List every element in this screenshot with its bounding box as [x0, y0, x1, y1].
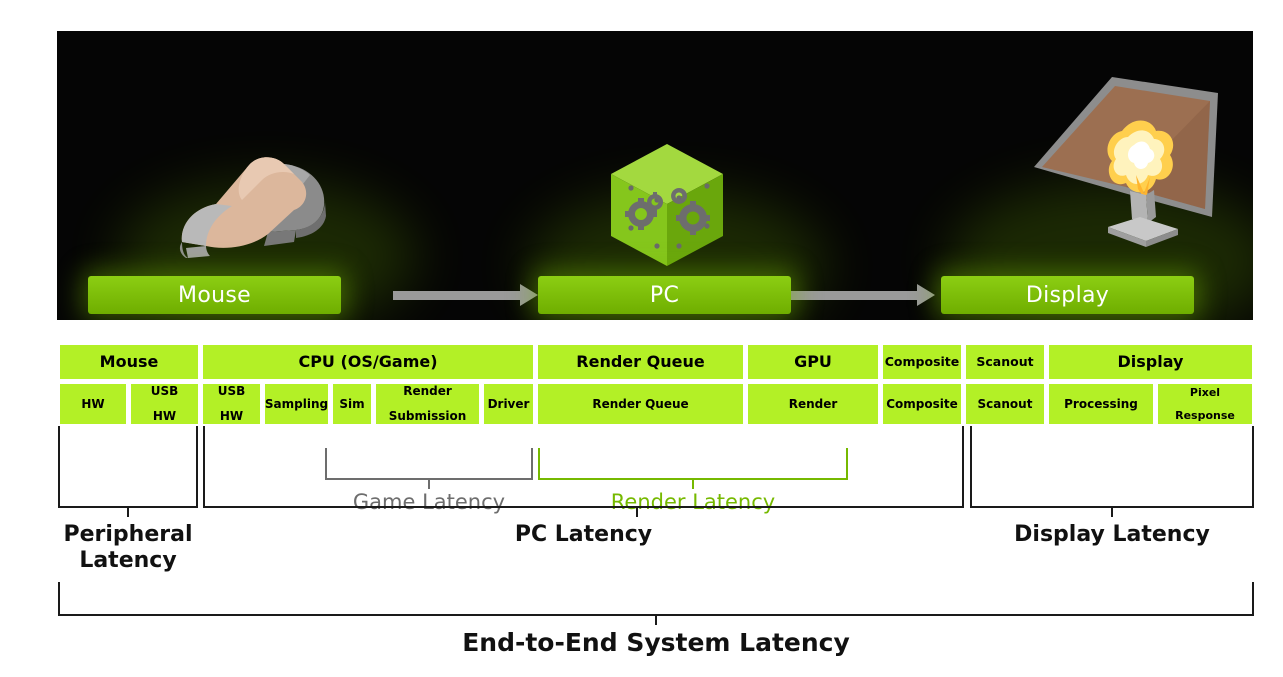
- pipeline-block-composite[interactable]: Composite: [883, 384, 961, 424]
- stage-label-display-text: Display: [1025, 282, 1110, 308]
- label-peripheral-latency-line: Latency: [79, 547, 177, 573]
- pipeline-block-gpu[interactable]: GPU: [748, 345, 878, 379]
- arrow-pc-to-display: [790, 284, 935, 306]
- pipeline-block-label: Render: [403, 384, 452, 399]
- pipeline-block-label: Render: [788, 396, 838, 411]
- stage-label-display[interactable]: Display: [941, 276, 1194, 314]
- pipeline-block-label: CPU (OS/Game): [298, 351, 438, 371]
- stage-label-mouse-text: Mouse: [178, 282, 251, 308]
- pipeline-block-driver[interactable]: Driver: [484, 384, 533, 424]
- pipeline-block-label: Sim: [339, 396, 365, 411]
- illustration-panel: Mouse PC Display: [57, 31, 1253, 320]
- pipeline-block-label: Composite: [884, 354, 960, 370]
- arrow-mouse-to-pc: [393, 284, 538, 306]
- pipeline-block-label: Scanout: [977, 396, 1033, 411]
- pipeline-block-scanout[interactable]: Scanout: [966, 345, 1044, 379]
- label-display-latency: Display Latency: [1014, 522, 1210, 547]
- pipeline-block-label: GPU: [794, 351, 832, 371]
- pipeline-block-label: Response: [1175, 408, 1235, 422]
- pipeline-block-label: Scanout: [976, 354, 1034, 370]
- pipeline-block-label: Pixel: [1189, 385, 1221, 399]
- latency-pipeline: Mouse CPU (OS/Game) Render Queue GPU Composi…: [57, 345, 1255, 424]
- pipeline-block-usb-hw[interactable]: USB HW: [203, 384, 260, 424]
- latency-brackets: Game Latency Render Latency Peripheral La…: [57, 426, 1255, 676]
- pipeline-block-label: Render Queue: [592, 396, 689, 411]
- bracket-peripheral-latency: [58, 426, 198, 517]
- pipeline-block-sampling[interactable]: Sampling: [265, 384, 328, 424]
- pipeline-block-render-queue[interactable]: Render Queue: [538, 384, 743, 424]
- bracket-pc-latency: [203, 426, 964, 517]
- hand-on-mouse-icon: [179, 157, 326, 258]
- pipeline-block-cpu-os-game[interactable]: CPU (OS/Game): [203, 345, 533, 379]
- pipeline-block-mouse[interactable]: Mouse: [60, 345, 198, 379]
- label-pc-latency: PC Latency: [514, 522, 653, 547]
- pipeline-block-label: Processing: [1064, 396, 1138, 411]
- pipeline-block-label: HW: [152, 409, 177, 424]
- pipeline-block-hw[interactable]: HW: [60, 384, 126, 424]
- label-end-to-end-latency: End-to-End System Latency: [462, 628, 850, 657]
- green-cube-gears-icon: [611, 144, 723, 266]
- pipeline-block-pixel-response[interactable]: Pixel Response: [1158, 384, 1252, 424]
- label-peripheral-latency: Peripheral Latency: [58, 522, 198, 574]
- pipeline-block-scanout[interactable]: Scanout: [966, 384, 1044, 424]
- pipeline-block-render[interactable]: Render: [748, 384, 878, 424]
- pipeline-block-label: USB: [150, 384, 179, 399]
- bracket-display-latency: [970, 426, 1254, 517]
- stage-label-pc-text: PC: [649, 282, 680, 308]
- bracket-end-to-end-latency: [58, 582, 1254, 625]
- pipeline-block-processing[interactable]: Processing: [1049, 384, 1153, 424]
- pipeline-block-label: Display: [1117, 351, 1184, 371]
- stage-label-mouse[interactable]: Mouse: [88, 276, 341, 314]
- pipeline-block-label: Submission: [388, 409, 467, 424]
- monitor-explosion-icon: [1034, 77, 1218, 247]
- stage-label-pc[interactable]: PC: [538, 276, 791, 314]
- pipeline-block-label: Driver: [487, 396, 530, 411]
- pipeline-block-display[interactable]: Display: [1049, 345, 1252, 379]
- pipeline-block-label: Composite: [886, 396, 958, 411]
- pipeline-block-label: Mouse: [99, 351, 159, 371]
- pipeline-block-render-submission[interactable]: Render Submission: [376, 384, 479, 424]
- pipeline-row-components: Mouse CPU (OS/Game) Render Queue GPU Composi…: [57, 345, 1255, 379]
- pipeline-block-composite[interactable]: Composite: [883, 345, 961, 379]
- pipeline-block-render-queue[interactable]: Render Queue: [538, 345, 743, 379]
- pipeline-block-label: USB: [217, 384, 246, 399]
- pipeline-block-label: Render Queue: [576, 351, 705, 371]
- pipeline-row-stages: HW USB HW USB HW Sampling Sim Render Submission D…: [57, 384, 1255, 424]
- pipeline-block-label: Sampling: [264, 396, 329, 411]
- pipeline-block-usb-hw[interactable]: USB HW: [131, 384, 198, 424]
- pipeline-block-label: HW: [219, 409, 244, 424]
- label-peripheral-latency-line: Peripheral: [63, 522, 193, 547]
- pipeline-block-label: HW: [81, 396, 105, 411]
- pipeline-block-sim[interactable]: Sim: [333, 384, 371, 424]
